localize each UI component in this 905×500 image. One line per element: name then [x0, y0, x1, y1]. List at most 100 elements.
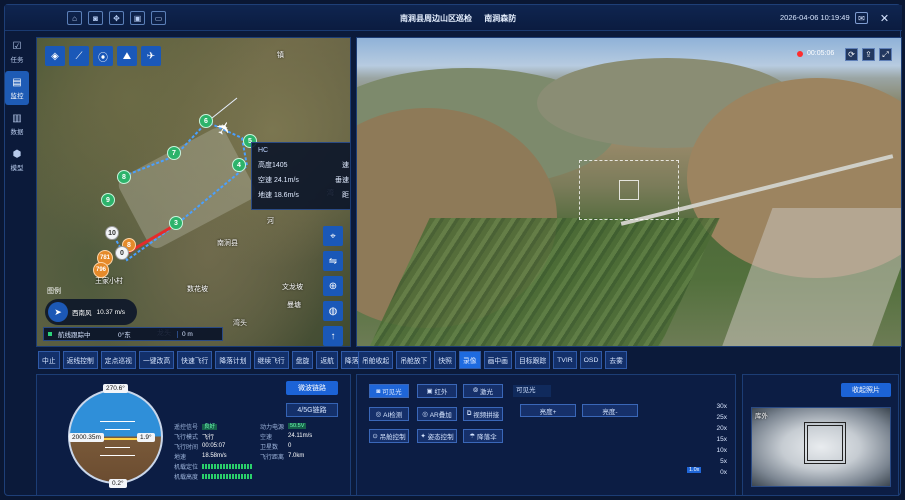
waypoint[interactable]: 9	[101, 193, 115, 207]
microwave-link-button[interactable]: 微波链路	[286, 381, 338, 395]
monitor-icon[interactable]: ▭	[151, 11, 166, 25]
link-4g-button[interactable]: 4/5G链路	[286, 403, 338, 417]
waypoint[interactable]: 3	[169, 216, 183, 230]
video-feed[interactable]: 00:05:06 ⟳ ⇪ ⤢	[356, 37, 902, 347]
gimbal-icon: ⊙	[372, 433, 380, 440]
continue-flight-button[interactable]: 继续飞行	[253, 351, 289, 369]
visible-light-button[interactable]: ◙ 可见光	[369, 384, 409, 398]
attitude-control-button[interactable]: ✦ 姿态控制	[417, 429, 457, 443]
fullscreen-icon[interactable]: ⤢	[879, 48, 892, 61]
laser-button[interactable]: ⦾ 激光	[463, 384, 503, 398]
record-button[interactable]: 录像	[458, 351, 481, 369]
infrared-button[interactable]: ▣ 红外	[417, 384, 457, 398]
zoom-scale[interactable]: 30x 25x 20x 15x 10x 5x 0x 1.0x	[687, 403, 727, 491]
snapshot-button[interactable]: 快照	[434, 351, 456, 369]
nav-item-monitor[interactable]: ▤ 监控	[5, 71, 29, 105]
target-tracking-button[interactable]: 目标跟踪	[514, 351, 551, 369]
change-altitude-button[interactable]: 一键改高	[138, 351, 175, 369]
ar-overlay-button[interactable]: ◎ AR叠加	[417, 407, 457, 421]
signal-status: 良好	[202, 424, 218, 430]
fixed-patrol-button[interactable]: 定点巡视	[100, 351, 136, 369]
altitude-bar	[202, 473, 252, 479]
pin-icon[interactable]: ⦿	[93, 46, 113, 66]
nav-item-task[interactable]: ☑ 任务	[5, 35, 29, 69]
status-dot	[48, 332, 52, 336]
camera-icon[interactable]: ◙	[88, 11, 103, 25]
waypoint[interactable]: 10	[105, 226, 119, 240]
swap-icon[interactable]: ⇋	[323, 251, 343, 271]
parachute-button[interactable]: ☂ 降落伞	[463, 429, 503, 443]
waypoint[interactable]: 7	[167, 146, 181, 160]
pip-button[interactable]: 画中画	[483, 351, 512, 369]
datetime: 2026-04-06 10:19:49	[780, 13, 850, 22]
landing-thumbnail[interactable]: 库外	[751, 407, 891, 487]
waypoint[interactable]: 796	[93, 262, 109, 278]
message-icon[interactable]: ✉	[855, 12, 868, 24]
wind-direction: 西南风	[72, 310, 92, 317]
town-label: 数花坡	[187, 286, 208, 293]
defog-button[interactable]: 去雾	[605, 351, 627, 369]
abort-button[interactable]: 中止	[38, 351, 60, 369]
refresh-icon[interactable]: ⟳	[845, 48, 858, 61]
tvir-button[interactable]: TVIR	[553, 351, 577, 369]
globe-icon[interactable]: ◍	[323, 301, 343, 321]
function-label: AI检测	[383, 412, 403, 419]
nav-item-model[interactable]: ⬢ 模型	[5, 143, 29, 177]
waypoint[interactable]: 6	[199, 114, 213, 128]
zoom-tick: 20x	[716, 425, 727, 432]
screen-icon[interactable]: ▣	[130, 11, 145, 25]
share-icon[interactable]: ⇪	[862, 48, 875, 61]
town-label: 曼塘	[287, 302, 301, 309]
ai-icon: ◎	[375, 411, 384, 418]
pitch-line	[100, 421, 135, 422]
gimbal-control-button[interactable]: ⊙ 吊舱控制	[369, 429, 409, 443]
ai-detect-button[interactable]: ◎ AI检测	[369, 407, 409, 421]
track-heading: 0°东	[118, 332, 131, 339]
route-control-button[interactable]: 返线控制	[62, 351, 98, 369]
drone-icon[interactable]: ✥	[109, 11, 124, 25]
brightness-up-button[interactable]: 亮度+	[520, 404, 576, 417]
gimbal-up-button[interactable]: 吊舱收起	[358, 351, 394, 369]
return-button[interactable]: 返航	[316, 351, 338, 369]
roll-value: 0.2°	[109, 479, 127, 488]
close-icon[interactable]: ✕	[878, 12, 891, 25]
nav-label: 任务	[10, 56, 24, 64]
telemetry-table: 遥控信号 良好 动力电源 50.5V 飞行模式 飞行 空速 24.11m/s 飞…	[174, 421, 364, 481]
waypoint[interactable]: 4	[232, 158, 246, 172]
brightness-down-button[interactable]: 亮度-	[582, 404, 638, 417]
video-stitch-button[interactable]: ⧉ 视频拼接	[463, 407, 503, 421]
current-zoom: 1.0x	[687, 467, 702, 473]
hover-button[interactable]: 盘旋	[291, 351, 314, 369]
nav-item-data[interactable]: ▥ 数据	[5, 107, 29, 141]
telemetry-key: 飞行模式	[174, 434, 199, 441]
card-code: HC	[258, 147, 269, 154]
compass-icon[interactable]: ↑	[323, 326, 343, 346]
waypoint[interactable]: 0	[115, 246, 129, 260]
telemetry-row: 遥控信号 良好 动力电源 50.5V	[174, 421, 364, 431]
fast-flight-button[interactable]: 快速飞行	[177, 351, 213, 369]
gimbal-down-button[interactable]: 吊舱放下	[396, 351, 432, 369]
tab-visible-light[interactable]: 可见光	[513, 385, 551, 397]
camera-panel: ◙ 可见光 ▣ 红外 ⦾ 激光 ◎ AI检测 ◎ AR叠加 ⧉ 视频拼接 ⊙ 吊…	[356, 374, 736, 496]
home-icon[interactable]: ⌂	[67, 11, 82, 25]
osd-button[interactable]: OSD	[579, 351, 603, 369]
terrain-icon[interactable]: ⛰	[117, 46, 137, 66]
satellite-map[interactable]: ◈ ⟋ ⦿ ⛰ ✈ 镇 湾 河 南涧县 数花坡 文龙坡 曼塘 王家小村 湾头 龙…	[36, 37, 351, 347]
wind-arrow-icon: ➤	[48, 302, 68, 322]
telemetry-key: 卫星数	[260, 444, 279, 451]
function-label: 降落伞	[477, 434, 497, 441]
waypoint[interactable]: 8	[117, 170, 131, 184]
function-label: 吊舱控制	[379, 434, 406, 441]
plane-icon[interactable]: ✈	[141, 46, 161, 66]
telemetry-value: 24.11m/s	[288, 433, 313, 439]
landing-pad-marker	[804, 422, 846, 464]
target-icon[interactable]: ⊕	[323, 276, 343, 296]
layers-icon[interactable]: ◈	[45, 46, 65, 66]
landing-plan-button[interactable]: 降落计划	[215, 351, 251, 369]
collect-photo-button[interactable]: 收起照片	[841, 383, 891, 397]
ruler-icon[interactable]: ⟋	[69, 46, 89, 66]
legend-label[interactable]: 图例	[47, 286, 61, 296]
focus-icon[interactable]: ⌖	[323, 226, 343, 246]
parachute-icon: ☂	[469, 433, 478, 440]
telemetry-key: 遥控信号	[174, 424, 199, 431]
